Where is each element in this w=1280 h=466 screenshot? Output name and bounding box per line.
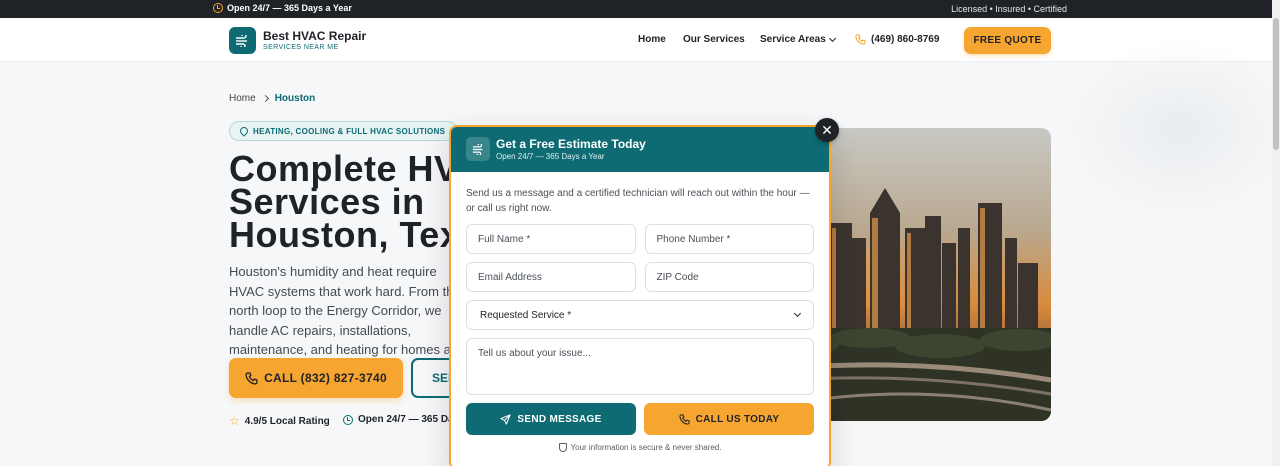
page-scrollbar[interactable] <box>1272 0 1280 466</box>
chevron-right-icon <box>261 94 269 103</box>
nav-service-areas[interactable]: Service Areas <box>760 34 836 45</box>
location-pin-icon <box>238 125 250 137</box>
hero-badge-text: HEATING, COOLING & FULL HVAC SOLUTIONS <box>253 126 446 136</box>
modal-call-label: CALL US TODAY <box>695 413 780 425</box>
requested-service-value: Requested Service * <box>480 309 572 321</box>
airflow-icon <box>466 137 490 161</box>
phone-icon <box>245 371 258 385</box>
estimate-modal: Get a Free Estimate Today Open 24/7 — 36… <box>449 125 831 466</box>
breadcrumb: Home Houston <box>229 93 315 104</box>
hero-call-label: CALL (832) 827-3740 <box>264 371 387 385</box>
background-blob <box>1060 40 1280 220</box>
modal-send-message-button[interactable]: SEND MESSAGE <box>466 403 636 435</box>
modal-call-button[interactable]: CALL US TODAY <box>644 403 814 435</box>
phone-icon <box>679 413 690 425</box>
issue-textarea[interactable]: Tell us about your issue... <box>466 338 814 395</box>
credentials-text: Licensed • Insured • Certified <box>951 4 1067 14</box>
nav-service-areas-label: Service Areas <box>760 34 826 45</box>
star-icon: ☆ <box>229 414 240 428</box>
modal-title: Get a Free Estimate Today <box>496 137 646 151</box>
breadcrumb-current: Houston <box>274 93 316 104</box>
nav-phone[interactable]: (469) 860-8769 <box>855 34 939 45</box>
modal-header: Get a Free Estimate Today Open 24/7 — 36… <box>451 127 829 172</box>
modal-description: Send us a message and a certified techni… <box>466 188 810 214</box>
brand-tagline: SERVICES NEAR ME <box>263 44 339 51</box>
secure-note: Your information is secure & never share… <box>466 443 814 452</box>
full-name-field[interactable]: Full Name * <box>466 224 636 254</box>
phone-icon <box>855 34 866 45</box>
requested-service-select[interactable]: Requested Service * <box>466 300 814 330</box>
modal-send-label: SEND MESSAGE <box>517 413 602 425</box>
chevron-down-icon <box>793 309 802 318</box>
breadcrumb-home[interactable]: Home <box>229 93 256 104</box>
modal-subtitle: Open 24/7 — 365 Days a Year <box>496 152 605 161</box>
airflow-icon <box>236 34 247 47</box>
hero-badge: HEATING, COOLING & FULL HVAC SOLUTIONS <box>229 121 459 141</box>
zip-code-field[interactable]: ZIP Code <box>644 262 814 292</box>
modal-actions: SEND MESSAGE CALL US TODAY <box>466 403 814 435</box>
close-icon: ✕ <box>821 121 833 138</box>
modal-body: Send us a message and a certified techni… <box>451 172 829 452</box>
rating-stat: ☆ 4.9/5 Local Rating <box>229 414 330 428</box>
scrollbar-thumb[interactable] <box>1273 18 1279 150</box>
form-row: Full Name * Phone Number * <box>466 224 814 254</box>
secure-note-text: Your information is secure & never share… <box>570 443 722 452</box>
chevron-down-icon <box>828 34 836 42</box>
logo-icon[interactable] <box>229 27 256 54</box>
site-header: Best HVAC Repair SERVICES NEAR ME Home O… <box>0 18 1272 62</box>
email-field[interactable]: Email Address <box>466 262 636 292</box>
top-bar: Open 24/7 — 365 Days a Year Licensed • I… <box>0 0 1280 18</box>
hours-info: Open 24/7 — 365 Days a Year <box>213 3 352 13</box>
send-icon <box>500 413 511 425</box>
clock-icon <box>213 3 223 13</box>
phone-number-field[interactable]: Phone Number * <box>644 224 814 254</box>
clock-icon <box>343 414 353 425</box>
hours-text: Open 24/7 — 365 Days a Year <box>227 3 352 13</box>
rating-text: 4.9/5 Local Rating <box>244 415 330 427</box>
form-row: Email Address ZIP Code <box>466 262 814 292</box>
nav-home[interactable]: Home <box>638 34 666 45</box>
close-modal-button[interactable]: ✕ <box>815 118 839 142</box>
hero-call-button[interactable]: CALL (832) 827-3740 <box>229 358 403 398</box>
nav-our-services[interactable]: Our Services <box>683 34 745 45</box>
shield-icon <box>558 443 567 452</box>
brand-name[interactable]: Best HVAC Repair <box>263 29 366 43</box>
free-quote-button[interactable]: FREE QUOTE <box>964 27 1051 54</box>
nav-phone-number: (469) 860-8769 <box>871 34 940 45</box>
